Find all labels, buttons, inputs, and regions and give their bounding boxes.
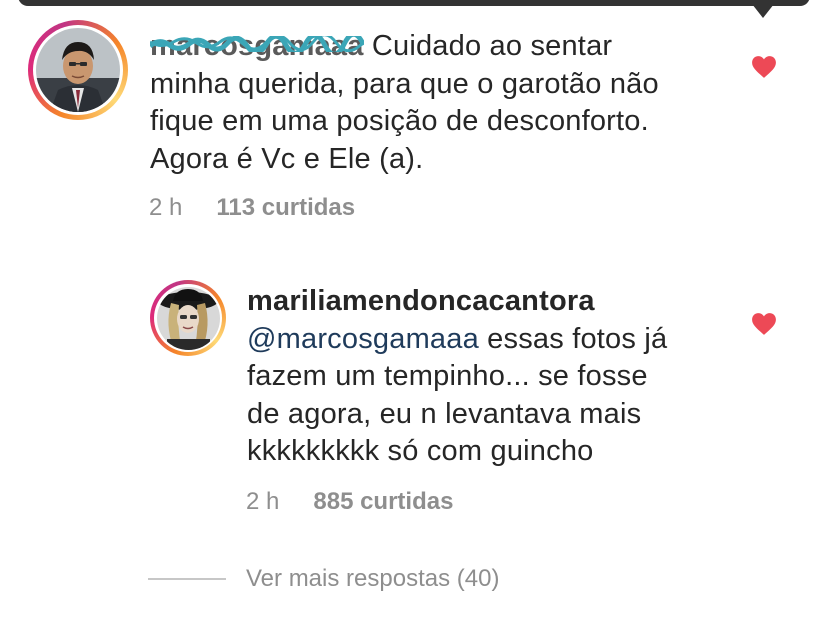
view-more-replies-label: Ver mais respostas (40): [246, 565, 500, 592]
replier-photo: [156, 286, 220, 350]
reply-username[interactable]: mariliamendoncacantora: [247, 283, 667, 321]
comment-time: 2 h: [149, 194, 183, 221]
tooltip-pointer: [752, 4, 774, 18]
comment-line-1: Cuidado ao sentar: [363, 30, 613, 62]
comment-line-3: fique em uma posição de desconforto.: [150, 105, 649, 137]
scribble-overlay: [150, 36, 364, 52]
tooltip-bar: [18, 0, 810, 6]
reply-mention[interactable]: @marcosgamaaa: [247, 323, 479, 355]
view-more-replies-button[interactable]: Ver mais respostas (40): [148, 565, 499, 593]
comment-likes[interactable]: 113 curtidas: [216, 194, 355, 222]
reply-line-2: fazem um tempinho... se fosse: [247, 360, 648, 392]
comment-line-4: Agora é Vc e Ele (a).: [150, 142, 424, 175]
reply-time: 2 h: [246, 488, 280, 515]
reply-heart-icon[interactable]: [751, 312, 777, 336]
reply-line-4: kkkkkkkkk só com guincho: [247, 435, 594, 467]
comment-meta: 2 h 113 curtidas: [149, 194, 355, 222]
reply-likes[interactable]: 885 curtidas: [313, 488, 453, 516]
commenter-avatar[interactable]: [28, 20, 128, 120]
comment-username[interactable]: marcosgamaaa: [150, 30, 364, 62]
comment-body: marcosgamaaa Cuidado ao sentar minha que…: [150, 28, 659, 178]
comment-line-2: minha querida, para que o garotão não: [150, 67, 659, 100]
replier-avatar[interactable]: [150, 280, 226, 356]
replies-divider-line: [148, 578, 226, 580]
reply-line-1: essas fotos já: [478, 322, 668, 355]
reply-body: mariliamendoncacantora @marcosgamaaa ess…: [247, 283, 667, 471]
commenter-photo: [36, 28, 120, 112]
comment-heart-icon[interactable]: [751, 55, 777, 79]
reply-meta: 2 h 885 curtidas: [246, 488, 453, 516]
reply-line-3: de agora, eu n levantava mais: [247, 397, 642, 430]
